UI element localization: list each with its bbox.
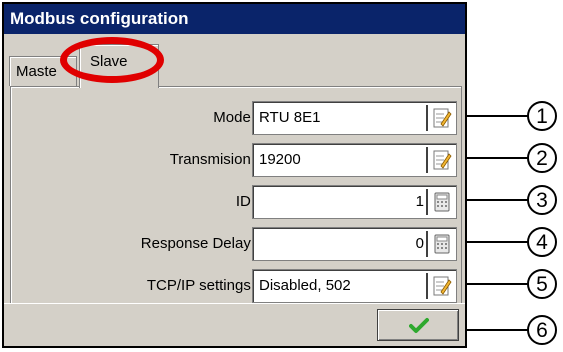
callout-line-1 <box>467 115 529 117</box>
tab-master[interactable]: Maste <box>9 56 77 86</box>
callout-circle-4: 4 <box>527 227 557 257</box>
id-value: 1 <box>415 193 424 210</box>
mode-label: Mode: <box>213 109 255 126</box>
edit-icon[interactable] <box>432 149 452 171</box>
numpad-icon[interactable] <box>432 191 452 213</box>
edit-icon[interactable] <box>432 275 452 297</box>
callout-line-6 <box>467 329 529 331</box>
id-row: ID: 1 <box>11 185 461 219</box>
response-delay-label: Response Delay: <box>140 235 255 252</box>
checkmark-icon <box>409 318 429 333</box>
callout-circle-5: 5 <box>527 269 557 299</box>
tab-slave-label: Slave <box>90 53 128 70</box>
modbus-config-window: Modbus configuration Maste Slave Mode: R… <box>2 2 467 348</box>
response-delay-field[interactable]: 0 <box>252 227 457 261</box>
numpad-icon[interactable] <box>432 233 452 255</box>
mode-field[interactable]: RTU 8E1 <box>252 101 457 135</box>
tab-master-label: Maste <box>16 63 57 80</box>
callout-circle-3: 3 <box>527 185 557 215</box>
callout-circle-1: 1 <box>527 101 557 131</box>
field-separator <box>426 231 428 257</box>
callout-line-4 <box>467 241 529 243</box>
dialog-footer <box>4 303 465 346</box>
callout-circle-2: 2 <box>527 143 557 173</box>
transmision-row: Transmision: 19200 <box>11 143 461 177</box>
transmision-field[interactable]: 19200 <box>252 143 457 177</box>
id-field[interactable]: 1 <box>252 185 457 219</box>
callout-line-3 <box>467 199 529 201</box>
tcpip-field[interactable]: Disabled, 502 <box>252 269 457 303</box>
tcpip-label: TCP/IP settings: <box>146 277 255 294</box>
ok-button[interactable] <box>377 309 459 341</box>
transmision-value: 19200 <box>259 151 301 168</box>
callout-line-5 <box>467 283 529 285</box>
field-separator <box>426 189 428 215</box>
response-delay-row: Response Delay: 0 <box>11 227 461 261</box>
callout-circle-6: 6 <box>527 315 557 345</box>
transmision-label: Transmision: <box>169 151 255 168</box>
mode-row: Mode: RTU 8E1 <box>11 101 461 135</box>
tcpip-row: TCP/IP settings: Disabled, 502 <box>11 269 461 303</box>
callout-line-2 <box>467 157 529 159</box>
tab-strip: Maste Slave <box>4 34 465 88</box>
field-separator <box>426 105 428 131</box>
field-separator <box>426 147 428 173</box>
tcpip-value: Disabled, 502 <box>259 277 351 294</box>
tab-slave[interactable]: Slave <box>79 44 159 88</box>
response-delay-value: 0 <box>415 235 424 252</box>
mode-value: RTU 8E1 <box>259 109 321 126</box>
field-separator <box>426 273 428 299</box>
window-title: Modbus configuration <box>4 4 465 34</box>
slave-settings-panel: Mode: RTU 8E1 Transmision: 19200 ID: 1 R… <box>10 86 462 305</box>
edit-icon[interactable] <box>432 107 452 129</box>
